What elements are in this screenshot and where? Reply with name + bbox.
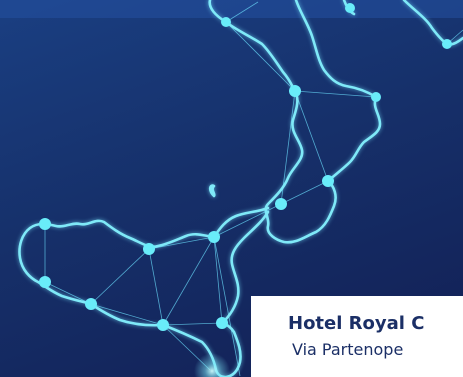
network-nodes bbox=[39, 3, 452, 331]
map-node bbox=[322, 175, 334, 187]
map-node bbox=[39, 218, 51, 230]
map-node bbox=[371, 92, 381, 102]
map-node bbox=[221, 17, 231, 27]
map-node bbox=[275, 198, 287, 210]
highlight-glow bbox=[194, 353, 230, 377]
map-node bbox=[39, 276, 51, 288]
map-node bbox=[216, 317, 228, 329]
hotel-card[interactable]: Hotel Royal C Via Partenope bbox=[251, 296, 463, 377]
map-node bbox=[442, 39, 452, 49]
map-node bbox=[289, 85, 301, 97]
map-node bbox=[85, 298, 97, 310]
map-node bbox=[157, 319, 169, 331]
map-node bbox=[208, 231, 220, 243]
map-node bbox=[345, 3, 355, 13]
hotel-address: Via Partenope bbox=[292, 340, 404, 359]
hotel-name: Hotel Royal C bbox=[288, 313, 425, 334]
map-node bbox=[143, 243, 155, 255]
